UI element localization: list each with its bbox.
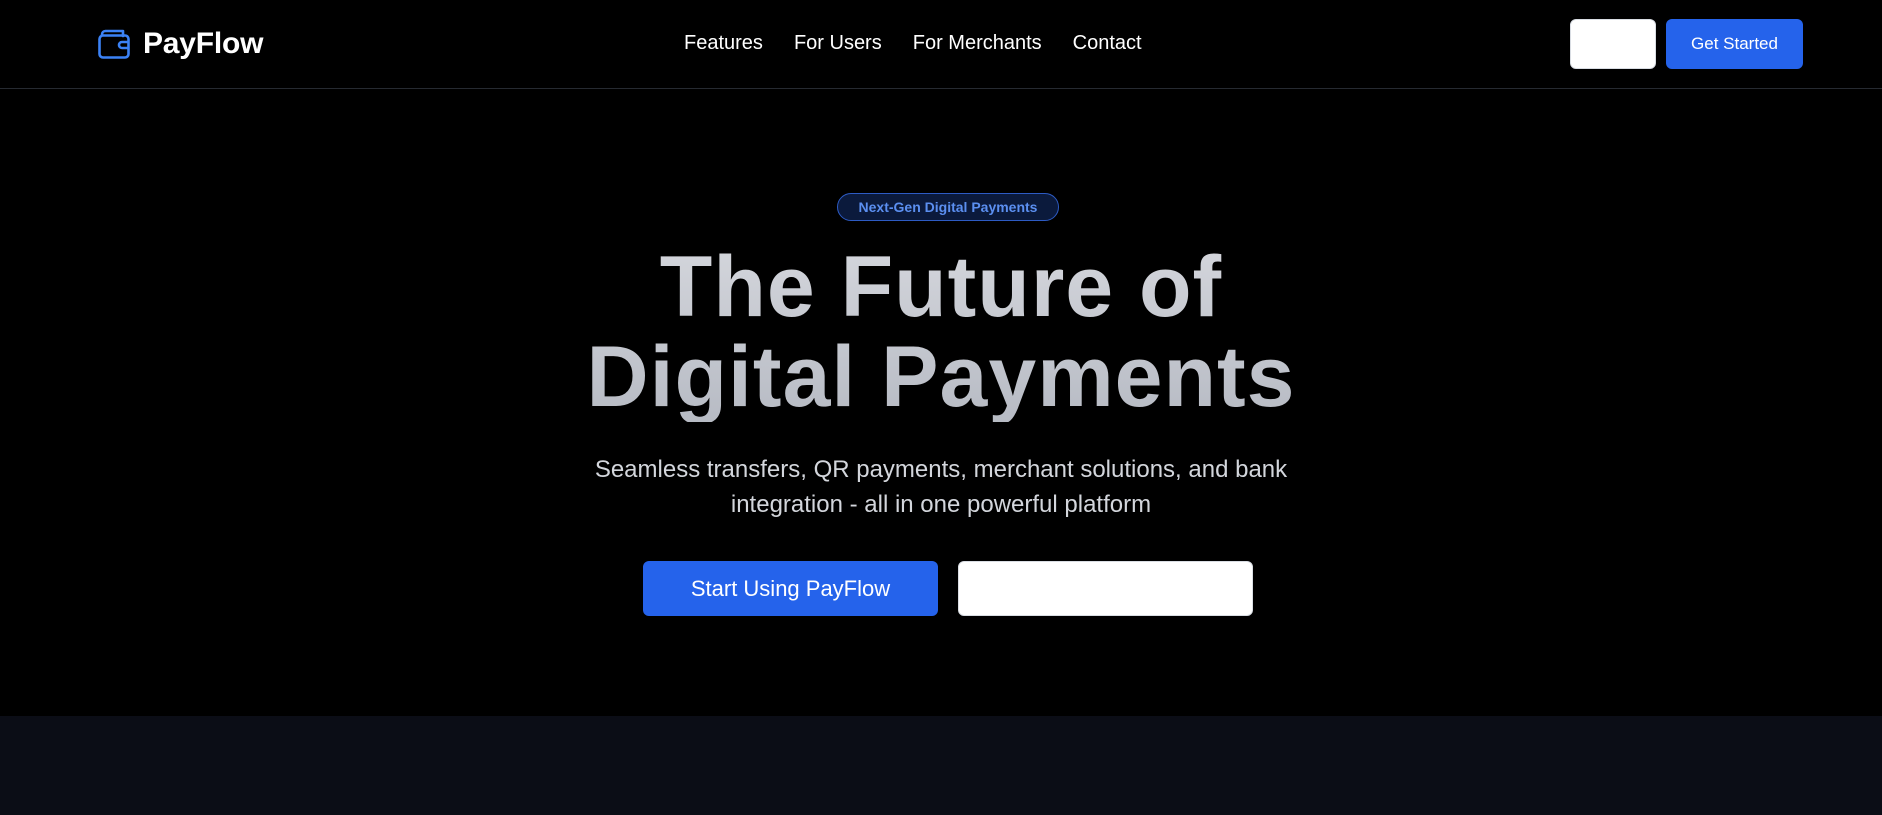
top-navbar: PayFlow Features For Users For Merchants…: [0, 0, 1882, 89]
landing-page: PayFlow Features For Users For Merchants…: [0, 0, 1882, 815]
hero-section: Next-Gen Digital Payments The Future of …: [0, 90, 1882, 716]
hero-title: The Future of Digital Payments: [440, 242, 1442, 422]
nav-link-contact[interactable]: Contact: [1073, 32, 1142, 55]
nav-link-features[interactable]: Features: [684, 32, 763, 55]
get-started-button[interactable]: Get Started: [1666, 19, 1803, 69]
features-section-preview: [0, 716, 1882, 815]
brand-name: PayFlow: [143, 27, 264, 60]
hero-title-line-1: The Future of: [659, 239, 1223, 335]
secondary-cta-button[interactable]: [958, 561, 1253, 616]
start-using-payflow-button[interactable]: Start Using PayFlow: [643, 561, 938, 616]
main-nav: Features For Users For Merchants Contact: [684, 28, 1142, 58]
nav-link-for-users[interactable]: For Users: [794, 32, 882, 55]
hero-subtitle: Seamless transfers, QR payments, merchan…: [594, 456, 1288, 518]
hero-badge: Next-Gen Digital Payments: [837, 193, 1059, 221]
wallet-icon: [96, 26, 132, 62]
sign-in-button[interactable]: [1570, 19, 1656, 69]
brand-logo-link[interactable]: PayFlow: [96, 25, 264, 63]
hero-title-line-2: Digital Payments: [586, 329, 1296, 425]
nav-link-for-merchants[interactable]: For Merchants: [913, 32, 1042, 55]
